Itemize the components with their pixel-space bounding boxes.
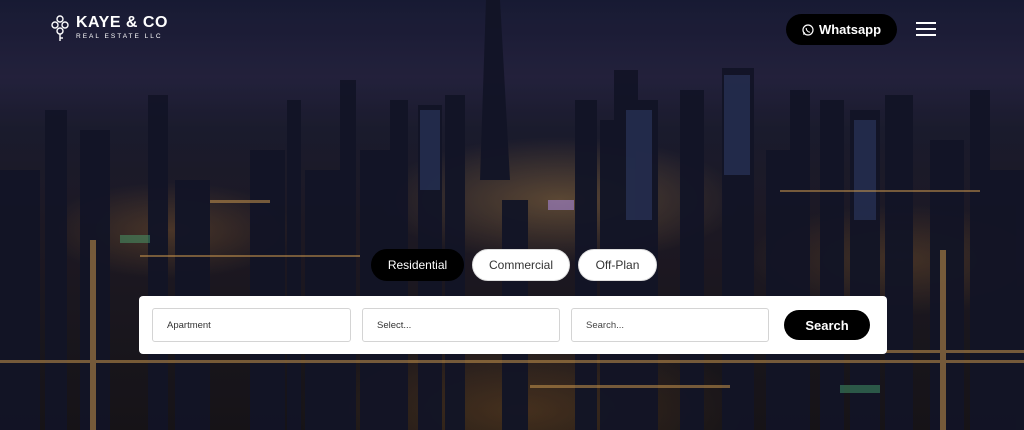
search-panel: Apartment Select... Search — [139, 296, 887, 354]
menu-line — [916, 28, 936, 30]
tab-off-plan[interactable]: Off-Plan — [578, 249, 657, 281]
property-category-tabs: Residential Commercial Off-Plan — [371, 249, 657, 281]
whatsapp-label: Whatsapp — [818, 22, 882, 37]
menu-line — [916, 22, 936, 24]
logo-text: KAYE & CO REAL ESTATE LLC — [76, 15, 168, 41]
whatsapp-button[interactable]: Whatsapp — [786, 14, 897, 45]
location-select[interactable]: Select... — [362, 308, 560, 342]
hamburger-menu-icon[interactable] — [914, 20, 938, 38]
brand-tagline: REAL ESTATE LLC — [76, 33, 163, 41]
hero-background — [0, 0, 1024, 430]
search-button[interactable]: Search — [784, 310, 870, 340]
brand-logo[interactable]: KAYE & CO REAL ESTATE LLC — [50, 14, 168, 42]
property-type-value: Apartment — [167, 319, 211, 331]
tab-residential[interactable]: Residential — [371, 249, 464, 281]
menu-line — [916, 34, 936, 36]
hero-overlay — [0, 0, 1024, 430]
brand-name: KAYE & CO — [76, 14, 168, 32]
key-logo-icon — [51, 15, 69, 41]
whatsapp-icon — [802, 23, 814, 36]
location-select-placeholder: Select... — [377, 319, 412, 331]
search-input[interactable] — [571, 308, 769, 342]
tab-commercial[interactable]: Commercial — [472, 249, 570, 281]
property-type-select[interactable]: Apartment — [152, 308, 351, 342]
